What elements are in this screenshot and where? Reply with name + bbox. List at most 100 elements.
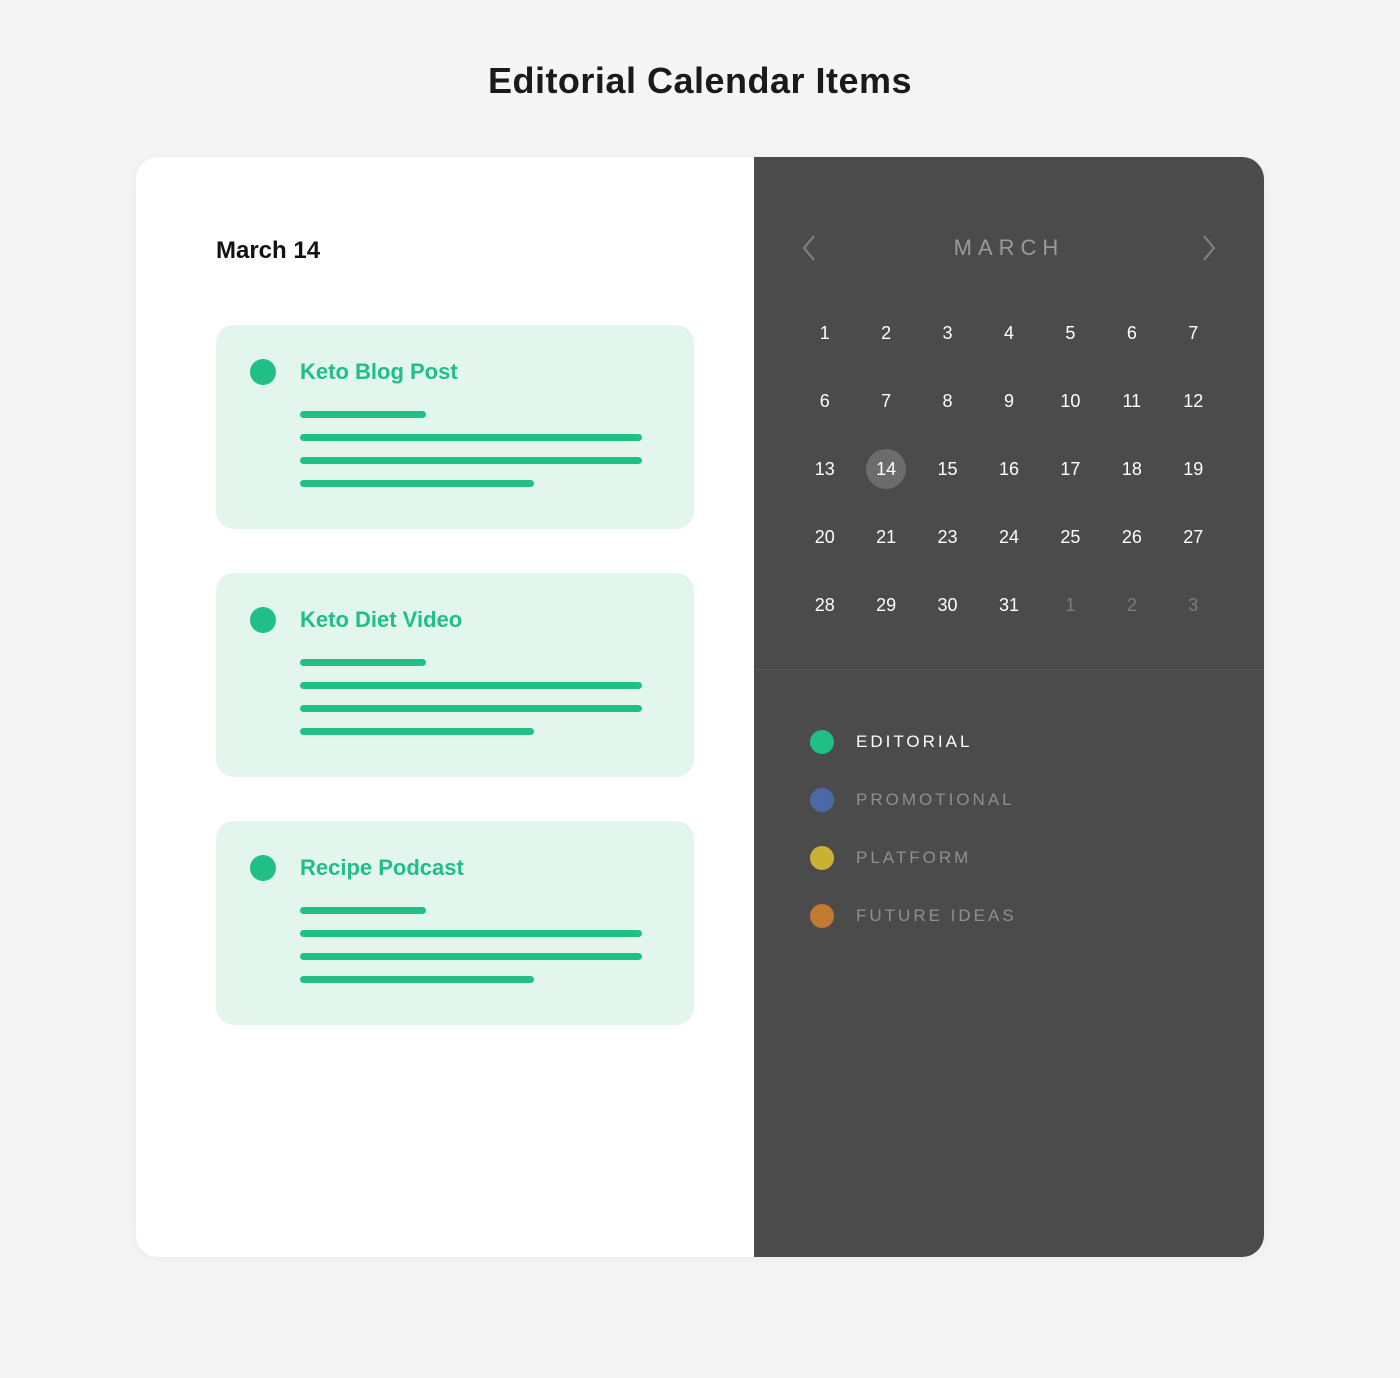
- calendar-day-number: 8: [943, 391, 953, 411]
- calendar-day-number: 4: [1004, 323, 1014, 343]
- calendar-day-number: 30: [938, 595, 958, 615]
- calendar-day-number: 20: [815, 527, 835, 547]
- calendar-day[interactable]: 15: [917, 449, 978, 489]
- calendar-day[interactable]: 13: [794, 449, 855, 489]
- calendar-day[interactable]: 18: [1101, 449, 1162, 489]
- legend-dot-icon: [810, 846, 834, 870]
- content-item-card[interactable]: Keto Diet Video: [216, 573, 694, 777]
- calendar-day-number: 6: [820, 391, 830, 411]
- calendar-day[interactable]: 19: [1163, 449, 1224, 489]
- calendar-day[interactable]: 11: [1101, 381, 1162, 421]
- calendar-day-number: 14: [866, 449, 906, 489]
- calendar-day[interactable]: 2: [1101, 585, 1162, 625]
- calendar-day[interactable]: 7: [1163, 313, 1224, 353]
- calendar-day-number: 2: [881, 323, 891, 343]
- editorial-card: March 14 Keto Blog Post Keto Diet Video Re…: [136, 157, 1264, 1257]
- calendar-day[interactable]: 26: [1101, 517, 1162, 557]
- calendar-day[interactable]: 8: [917, 381, 978, 421]
- legend-dot-icon: [810, 730, 834, 754]
- legend-item[interactable]: EDITORIAL: [810, 730, 1208, 754]
- legend-item[interactable]: PLATFORM: [810, 846, 1208, 870]
- calendar-day[interactable]: 21: [855, 517, 916, 557]
- calendar-day[interactable]: 9: [978, 381, 1039, 421]
- content-item-preview-lines: [300, 659, 660, 735]
- legend-label: PROMOTIONAL: [856, 790, 1015, 810]
- next-month-button[interactable]: [1200, 233, 1218, 263]
- category-dot-icon: [250, 607, 276, 633]
- calendar-day-number: 3: [1188, 595, 1198, 615]
- calendar-day[interactable]: 10: [1040, 381, 1101, 421]
- calendar-grid: 1234567678910111213141516171819202123242…: [794, 313, 1224, 625]
- placeholder-line: [300, 976, 534, 983]
- calendar-day-number: 5: [1065, 323, 1075, 343]
- legend-item[interactable]: PROMOTIONAL: [810, 788, 1208, 812]
- calendar-day[interactable]: 23: [917, 517, 978, 557]
- calendar-day[interactable]: 16: [978, 449, 1039, 489]
- calendar-day-number: 19: [1183, 459, 1203, 479]
- calendar-panel: MARCH 1234567678910111213141516171819202…: [754, 157, 1264, 1257]
- calendar-day[interactable]: 6: [794, 381, 855, 421]
- calendar-day[interactable]: 7: [855, 381, 916, 421]
- calendar-day-number: 1: [1065, 595, 1075, 615]
- category-legend: EDITORIAL PROMOTIONAL PLATFORM FUTURE IDEAS: [754, 670, 1264, 988]
- calendar-day-number: 29: [876, 595, 896, 615]
- calendar-day-number: 3: [943, 323, 953, 343]
- selected-date-heading: March 14: [216, 237, 694, 265]
- calendar-day[interactable]: 25: [1040, 517, 1101, 557]
- calendar-day[interactable]: 4: [978, 313, 1039, 353]
- calendar-day[interactable]: 24: [978, 517, 1039, 557]
- category-dot-icon: [250, 359, 276, 385]
- calendar-day-number: 16: [999, 459, 1019, 479]
- calendar-day[interactable]: 30: [917, 585, 978, 625]
- content-item-preview-lines: [300, 907, 660, 983]
- calendar-day-number: 7: [1188, 323, 1198, 343]
- calendar-day[interactable]: 31: [978, 585, 1039, 625]
- calendar-day-number: 1: [820, 323, 830, 343]
- calendar-day[interactable]: 20: [794, 517, 855, 557]
- placeholder-line: [300, 682, 642, 689]
- calendar-day[interactable]: 27: [1163, 517, 1224, 557]
- calendar-day[interactable]: 2: [855, 313, 916, 353]
- calendar-day[interactable]: 29: [855, 585, 916, 625]
- calendar-day-number: 25: [1060, 527, 1080, 547]
- calendar-day[interactable]: 14: [855, 449, 916, 489]
- content-item-card[interactable]: Keto Blog Post: [216, 325, 694, 529]
- placeholder-line: [300, 659, 426, 666]
- calendar-day[interactable]: 28: [794, 585, 855, 625]
- calendar-day-number: 17: [1060, 459, 1080, 479]
- placeholder-line: [300, 411, 426, 418]
- placeholder-line: [300, 907, 426, 914]
- content-item-title: Keto Blog Post: [300, 359, 458, 385]
- content-item-header: Recipe Podcast: [250, 855, 660, 881]
- calendar-day[interactable]: 12: [1163, 381, 1224, 421]
- calendar-day[interactable]: 17: [1040, 449, 1101, 489]
- calendar-day-number: 21: [876, 527, 896, 547]
- content-item-preview-lines: [300, 411, 660, 487]
- calendar-header: MARCH: [794, 233, 1224, 263]
- category-dot-icon: [250, 855, 276, 881]
- calendar-day-number: 24: [999, 527, 1019, 547]
- calendar-day[interactable]: 5: [1040, 313, 1101, 353]
- mini-calendar: MARCH 1234567678910111213141516171819202…: [754, 157, 1264, 670]
- calendar-day-number: 31: [999, 595, 1019, 615]
- prev-month-button[interactable]: [800, 233, 818, 263]
- placeholder-line: [300, 457, 642, 464]
- calendar-day-number: 12: [1183, 391, 1203, 411]
- calendar-day[interactable]: 6: [1101, 313, 1162, 353]
- calendar-day[interactable]: 3: [917, 313, 978, 353]
- chevron-left-icon: [800, 233, 818, 263]
- content-item-card[interactable]: Recipe Podcast: [216, 821, 694, 1025]
- legend-item[interactable]: FUTURE IDEAS: [810, 904, 1208, 928]
- chevron-right-icon: [1200, 233, 1218, 263]
- legend-label: EDITORIAL: [856, 732, 972, 752]
- month-label: MARCH: [954, 235, 1065, 261]
- calendar-day-number: 13: [815, 459, 835, 479]
- calendar-day[interactable]: 1: [794, 313, 855, 353]
- content-item-title: Keto Diet Video: [300, 607, 462, 633]
- calendar-day[interactable]: 1: [1040, 585, 1101, 625]
- calendar-day[interactable]: 3: [1163, 585, 1224, 625]
- calendar-day-number: 7: [881, 391, 891, 411]
- calendar-day-number: 10: [1060, 391, 1080, 411]
- calendar-day-number: 6: [1127, 323, 1137, 343]
- placeholder-line: [300, 434, 642, 441]
